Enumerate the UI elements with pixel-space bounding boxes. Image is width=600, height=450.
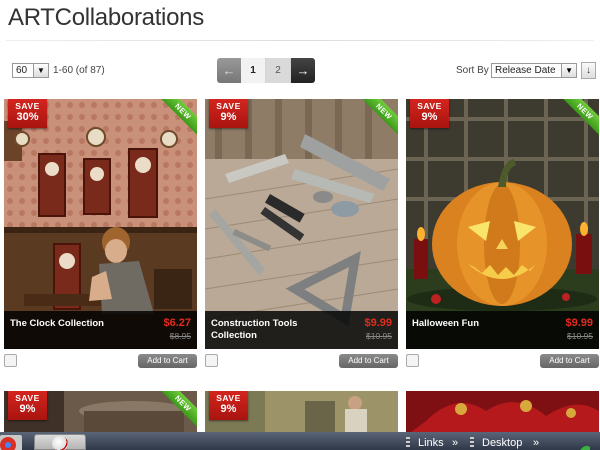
save-percent: 30% — [16, 111, 39, 123]
product-caption: Halloween Fun $9.99 $10.95 — [406, 311, 599, 349]
product-caption: The Clock Collection $6.27 $8.95 — [4, 311, 197, 349]
desktop-toolbar[interactable]: Desktop — [482, 437, 522, 449]
product-card[interactable]: Construction Tools Collection $9.99 $10.… — [205, 99, 398, 349]
product-card[interactable]: SAVE 9% NEW — [4, 391, 197, 436]
save-percent: 9% — [421, 111, 438, 123]
per-page-value: 60 — [16, 65, 28, 76]
desktop-chevron[interactable]: » — [533, 437, 539, 449]
toolbar-grip[interactable] — [470, 437, 474, 449]
product-card[interactable]: SAVE 9% — [205, 391, 398, 436]
compare-icon[interactable] — [406, 354, 419, 367]
save-label: SAVE — [15, 101, 40, 111]
chrome-icon — [0, 437, 16, 450]
add-to-cart-button[interactable]: Add to Cart — [138, 354, 197, 368]
app-icon — [52, 436, 68, 450]
browser-taskbar-icon[interactable] — [0, 435, 22, 450]
product-old-price: $8.95 — [169, 331, 191, 341]
save-badge: SAVE 9% — [8, 391, 47, 420]
product-image[interactable] — [406, 391, 599, 436]
product-card[interactable] — [406, 391, 599, 436]
per-page-select[interactable]: 60 ▼ — [12, 63, 49, 78]
save-label: SAVE — [216, 101, 241, 111]
links-chevron[interactable]: » — [452, 437, 458, 449]
toolbar-grip[interactable] — [406, 437, 410, 449]
chevron-down-icon[interactable]: ▼ — [561, 64, 576, 77]
pagination: ← 1 2 → — [217, 58, 315, 83]
page-title: ARTCollaborations — [8, 4, 204, 31]
tray-icon[interactable] — [578, 440, 590, 450]
sort-by-label: Sort By — [456, 65, 489, 76]
sort-by-select[interactable]: Release Date ▼ — [491, 63, 577, 78]
product-card[interactable]: Halloween Fun $9.99 $10.95 SAVE 9% NEW — [406, 99, 599, 349]
page-1-button[interactable]: 1 — [241, 58, 266, 83]
results-range: 1-60 (of 87) — [53, 65, 105, 76]
save-badge: SAVE 9% — [410, 99, 449, 128]
save-badge: SAVE 9% — [209, 99, 248, 128]
product-price: $9.99 — [364, 317, 392, 329]
product-name[interactable]: The Clock Collection — [10, 318, 130, 330]
save-badge: SAVE 9% — [209, 391, 248, 420]
product-name[interactable]: Construction Tools Collection — [211, 318, 331, 342]
save-label: SAVE — [417, 101, 442, 111]
save-badge: SAVE 30% — [8, 99, 47, 128]
product-old-price: $10.95 — [567, 331, 593, 341]
product-old-price: $10.95 — [366, 331, 392, 341]
app-taskbar-button[interactable] — [34, 434, 86, 450]
product-price: $6.27 — [163, 317, 191, 329]
links-toolbar[interactable]: Links — [418, 437, 444, 449]
sort-direction-button[interactable]: ↓ — [581, 62, 596, 79]
compare-icon[interactable] — [205, 354, 218, 367]
save-label: SAVE — [216, 393, 241, 403]
save-percent: 9% — [19, 403, 36, 415]
save-percent: 9% — [220, 111, 237, 123]
save-percent: 9% — [220, 403, 237, 415]
add-to-cart-button[interactable]: Add to Cart — [540, 354, 599, 368]
prev-page-button[interactable]: ← — [217, 58, 241, 83]
compare-icon[interactable] — [4, 354, 17, 367]
next-page-button[interactable]: → — [291, 58, 315, 83]
product-caption: Construction Tools Collection $9.99 $10.… — [205, 311, 398, 349]
add-to-cart-button[interactable]: Add to Cart — [339, 354, 398, 368]
title-divider — [6, 40, 594, 41]
page-2-button[interactable]: 2 — [266, 58, 291, 83]
product-card[interactable]: The Clock Collection $6.27 $8.95 SAVE 30… — [4, 99, 197, 349]
chevron-down-icon[interactable]: ▼ — [33, 64, 48, 77]
save-label: SAVE — [15, 393, 40, 403]
product-name[interactable]: Halloween Fun — [412, 318, 532, 330]
product-price: $9.99 — [565, 317, 593, 329]
sort-by-value: Release Date — [495, 65, 556, 76]
